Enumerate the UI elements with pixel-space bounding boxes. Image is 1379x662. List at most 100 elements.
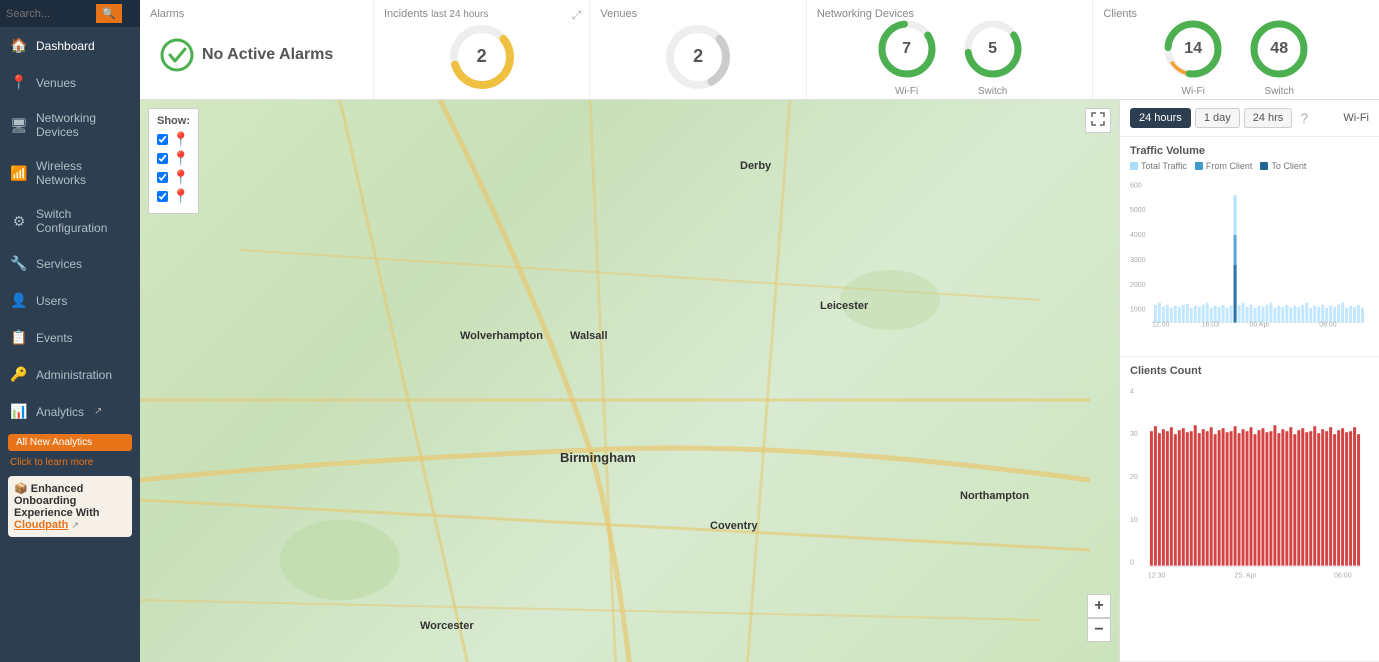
sidebar-item-label: Dashboard xyxy=(36,39,95,53)
map-filter-gray: 📍 xyxy=(157,169,190,186)
right-panel: 24 hours 1 day 24 hrs ? Wi-Fi Traffic Vo… xyxy=(1119,100,1379,662)
traffic-volume-section: Traffic Volume Total Traffic From Client… xyxy=(1120,137,1379,357)
map-show-label: Show: xyxy=(157,115,190,127)
clients-wifi-label: Wi-Fi xyxy=(1182,86,1205,97)
legend-dot-from xyxy=(1195,162,1203,170)
city-label-leicester: Leicester xyxy=(820,300,868,312)
svg-text:600: 600 xyxy=(1130,182,1142,189)
venues-stat-label: Venues xyxy=(600,8,637,20)
24hrs-button[interactable]: 24 hrs xyxy=(1244,108,1293,128)
external-link-icon: ↗ xyxy=(94,406,102,417)
map-container[interactable]: Birmingham Coventry Leicester Derby Worc… xyxy=(140,100,1119,662)
map-filter-orange-check[interactable] xyxy=(157,153,168,164)
1-day-button[interactable]: 1 day xyxy=(1195,108,1240,128)
sidebar-item-label: Services xyxy=(36,257,82,271)
switch-icon: ⚙ xyxy=(10,213,28,230)
switch-device-count: 5 xyxy=(988,40,997,58)
sidebar-item-dashboard[interactable]: 🏠 Dashboard xyxy=(0,27,140,64)
svg-text:20: 20 xyxy=(1130,474,1138,481)
promo-box: 📦 Enhanced Onboarding Experience With Cl… xyxy=(8,476,132,537)
search-button[interactable]: 🔍 xyxy=(96,4,122,23)
svg-text:25. Apr: 25. Apr xyxy=(1235,573,1258,580)
search-input[interactable] xyxy=(6,8,96,20)
sidebar-item-administration[interactable]: 🔑 Administration xyxy=(0,356,140,393)
learn-more-link[interactable]: Click to learn more xyxy=(0,455,140,470)
svg-text:2000: 2000 xyxy=(1130,282,1146,289)
red-marker-icon: 📍 xyxy=(172,131,189,148)
svg-text:4000: 4000 xyxy=(1130,232,1146,239)
sidebar-item-label: Venues xyxy=(36,76,76,90)
incidents-donut: 2 xyxy=(446,21,518,93)
sidebar-item-events[interactable]: 📋 Events xyxy=(0,319,140,356)
wireless-icon: 📶 xyxy=(10,165,28,182)
sidebar-item-networking-devices[interactable]: 🖥 Networking Devices xyxy=(0,101,140,149)
legend-from-label: From Client xyxy=(1206,161,1253,171)
incidents-label: Incidents last 24 hours xyxy=(384,8,488,20)
legend-to-client: To Client xyxy=(1260,161,1306,171)
sidebar-item-label: Administration xyxy=(36,368,112,382)
svg-text:10: 10 xyxy=(1130,517,1138,524)
clients-switch-label: Switch xyxy=(1264,86,1293,97)
svg-text:0: 0 xyxy=(1130,560,1134,567)
sidebar-item-label: Analytics xyxy=(36,405,84,419)
24-hours-button[interactable]: 24 hours xyxy=(1130,108,1191,128)
sidebar-item-analytics[interactable]: 📊 Analytics ↗ xyxy=(0,393,140,430)
stats-bar: Alarms No Active Alarms Incidents last 2… xyxy=(140,0,1379,100)
incidents-expand-icon[interactable]: ⤢ xyxy=(572,8,582,23)
map-filter-red-check[interactable] xyxy=(157,134,168,145)
map-expand-button[interactable] xyxy=(1085,108,1111,133)
wifi-filter-label: Wi-Fi xyxy=(1343,112,1369,124)
map-filter-gray-check[interactable] xyxy=(157,172,168,183)
map-filter-green-check[interactable] xyxy=(157,191,168,202)
clients-count-chart: 4 30 20 10 0 xyxy=(1130,381,1369,581)
map-zoom-controls: + − xyxy=(1087,594,1111,642)
incidents-count: 2 xyxy=(477,46,487,67)
promo-icon: 📦 xyxy=(14,483,28,495)
clients-switch-donut: 48 xyxy=(1246,16,1312,82)
search-bar: 🔍 xyxy=(0,0,140,27)
green-marker-icon: 📍 xyxy=(172,188,189,205)
clients-switch-donut-item: 48 Switch xyxy=(1246,16,1312,97)
city-label-birmingham: Birmingham xyxy=(560,450,636,465)
networking-icon: 🖥 xyxy=(10,117,28,134)
legend-total-traffic: Total Traffic xyxy=(1130,161,1187,171)
svg-text:4: 4 xyxy=(1130,388,1134,395)
promo-link[interactable]: Cloudpath xyxy=(14,519,68,531)
expand-icon xyxy=(1091,112,1105,126)
svg-text:30: 30 xyxy=(1130,431,1138,438)
clients-panel: Clients 14 Wi-Fi xyxy=(1093,0,1379,99)
traffic-legend: Total Traffic From Client To Client xyxy=(1130,161,1369,171)
map-filter-green: 📍 xyxy=(157,188,190,205)
all-new-badge: All New Analytics xyxy=(8,434,132,451)
sidebar-item-switch-configuration[interactable]: ⚙ Switch Configuration xyxy=(0,197,140,245)
services-icon: 🔧 xyxy=(10,255,28,272)
svg-text:06:00: 06:00 xyxy=(1334,573,1352,580)
sidebar-item-services[interactable]: 🔧 Services xyxy=(0,245,140,282)
sidebar-item-venues[interactable]: 📍 Venues xyxy=(0,64,140,101)
clients-label: Clients xyxy=(1103,8,1137,20)
sidebar-item-label: Users xyxy=(36,294,67,308)
sidebar-item-users[interactable]: 👤 Users xyxy=(0,282,140,319)
traffic-volume-chart: 600 5000 4000 3000 2000 1000 xyxy=(1130,175,1369,330)
map-zoom-out-button[interactable]: − xyxy=(1087,618,1111,642)
sidebar-item-wireless-networks[interactable]: 📶 Wireless Networks xyxy=(0,149,140,197)
city-label-wolverhampton: Wolverhampton xyxy=(460,330,543,342)
admin-icon: 🔑 xyxy=(10,366,28,383)
svg-text:3000: 3000 xyxy=(1130,257,1146,264)
city-label-derby: Derby xyxy=(740,160,771,172)
wifi-donut-item: 7 Wi-Fi xyxy=(874,16,940,97)
clients-count-title: Clients Count xyxy=(1130,365,1369,377)
help-icon[interactable]: ? xyxy=(1300,110,1308,126)
alarms-label: Alarms xyxy=(150,8,184,20)
legend-dot-to xyxy=(1260,162,1268,170)
traffic-volume-title: Traffic Volume xyxy=(1130,145,1369,157)
venues-icon: 📍 xyxy=(10,74,28,91)
switch-donut: 5 xyxy=(960,16,1026,82)
sidebar-item-label: Events xyxy=(36,331,73,345)
sidebar: 🔍 🏠 Dashboard 📍 Venues 🖥 Networking Devi… xyxy=(0,0,140,662)
users-icon: 👤 xyxy=(10,292,28,309)
sidebar-item-label: Wireless Networks xyxy=(36,159,130,187)
clients-switch-count: 48 xyxy=(1270,40,1288,58)
map-zoom-in-button[interactable]: + xyxy=(1087,594,1111,618)
svg-text:12:30: 12:30 xyxy=(1148,573,1166,580)
